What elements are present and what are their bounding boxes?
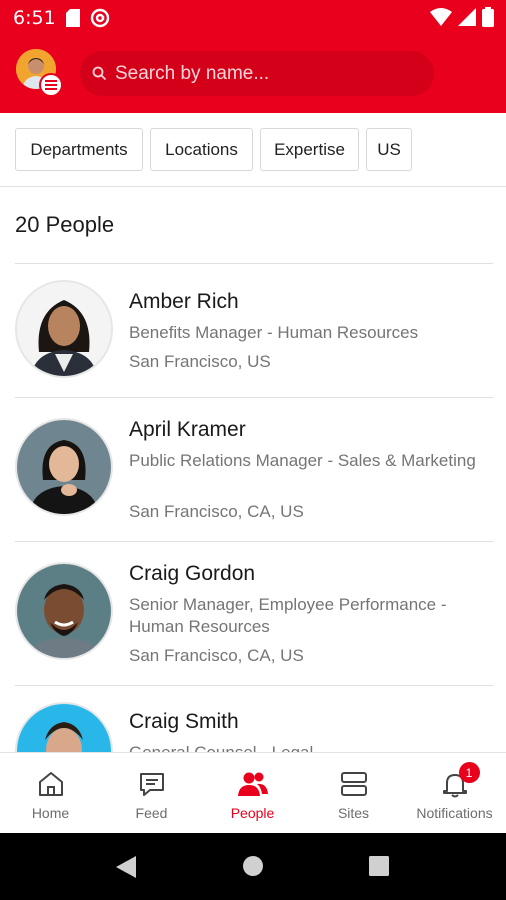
nav-home[interactable]: Home: [0, 753, 101, 834]
filter-chip-us[interactable]: US: [366, 128, 412, 171]
home-icon: [38, 772, 63, 796]
app-header: [0, 36, 506, 113]
people-count: 20 People: [15, 212, 115, 237]
nav-label: Home: [31, 805, 70, 821]
filter-chip-expertise[interactable]: Expertise: [260, 128, 359, 171]
bottom-nav: Home Feed People Sites 1 Notifications: [0, 752, 506, 833]
sites-icon: [340, 772, 367, 796]
person-avatar: [15, 418, 113, 516]
person-role: Benefits Manager - Human Resources: [129, 323, 419, 342]
nav-people[interactable]: People: [202, 753, 303, 834]
person-role: Senior Manager, Employee Performance - H…: [129, 595, 447, 636]
person-name: Craig Smith: [129, 710, 239, 733]
nav-label: Sites: [337, 805, 370, 821]
person-location: San Francisco, CA, US: [129, 502, 304, 521]
recents-icon[interactable]: [369, 856, 389, 876]
wifi-icon: [430, 8, 452, 26]
signal-icon: [458, 8, 476, 26]
person-role: Public Relations Manager - Sales & Marke…: [129, 451, 476, 470]
home-circle-icon[interactable]: [242, 855, 264, 877]
person-list-item[interactable]: Craig Gordon Senior Manager, Employee Pe…: [0, 542, 506, 685]
search-input[interactable]: [115, 62, 415, 85]
back-icon[interactable]: [115, 855, 137, 879]
person-list-item[interactable]: Amber Rich Benefits Manager - Human Reso…: [0, 264, 506, 397]
search-bar[interactable]: [80, 51, 434, 96]
filter-chip-departments[interactable]: Departments: [15, 128, 143, 171]
at-sign-icon: [90, 8, 110, 28]
hamburger-menu-icon: [45, 80, 57, 90]
person-avatar: [15, 280, 113, 378]
person-avatar: [15, 702, 113, 752]
nav-notifications[interactable]: 1 Notifications: [404, 753, 505, 834]
notification-badge: 1: [458, 762, 480, 783]
system-nav-bar: [0, 833, 506, 900]
nav-feed[interactable]: Feed: [101, 753, 202, 834]
people-icon: [237, 772, 268, 796]
filter-bar: Departments Locations Expertise US: [0, 113, 506, 187]
chat-bubble-icon: [139, 773, 164, 796]
person-name: Craig Gordon: [129, 562, 256, 585]
nav-label: Notifications: [416, 805, 493, 821]
filter-chip-locations[interactable]: Locations: [150, 128, 253, 171]
person-list-item[interactable]: Craig Smith General Counsel - Legal: [0, 686, 506, 752]
menu-badge[interactable]: [39, 73, 63, 97]
nav-label: Feed: [135, 805, 168, 821]
person-location: San Francisco, CA, US: [129, 646, 304, 665]
person-location: San Francisco, US: [129, 352, 271, 371]
person-role: General Counsel - Legal: [129, 742, 489, 752]
person-name: Amber Rich: [129, 290, 239, 313]
person-name: April Kramer: [129, 418, 246, 441]
battery-icon: [482, 7, 494, 27]
person-avatar: [15, 562, 113, 660]
person-list-item[interactable]: April Kramer Public Relations Manager - …: [0, 398, 506, 541]
nav-sites[interactable]: Sites: [303, 753, 404, 834]
nav-label: People: [230, 805, 275, 821]
search-icon: [92, 66, 107, 81]
sd-card-icon: [66, 9, 80, 27]
status-time: 6:51: [13, 7, 56, 29]
status-bar: 6:51: [0, 0, 506, 36]
